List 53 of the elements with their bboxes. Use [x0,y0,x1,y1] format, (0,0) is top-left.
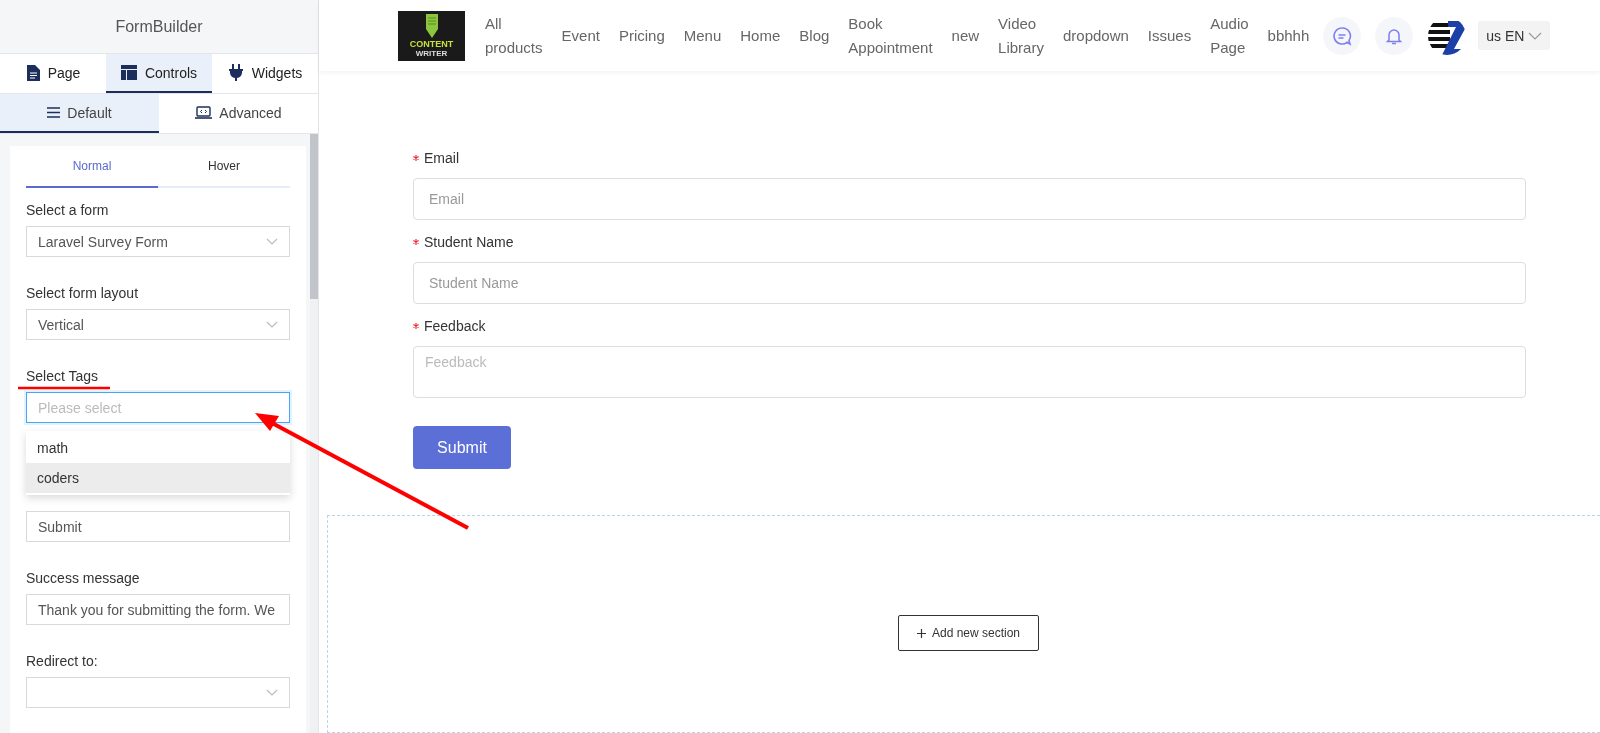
language-selector[interactable]: us EN [1478,21,1551,50]
dropdown-option[interactable]: math [26,433,290,463]
logo-subtext: WRITER [415,48,448,58]
logo[interactable]: CONTENT WRITER [398,10,465,61]
nav-link[interactable]: Event [561,23,600,48]
panel-tab[interactable]: Widgets [212,54,318,93]
field-label: Select Tags [26,368,99,385]
mode-tab[interactable]: Advanced [159,94,318,133]
field-label: Feedback [424,318,486,334]
nav-link[interactable]: Issues [1147,23,1192,48]
laptop-icon [195,105,213,120]
submit-button[interactable]: Submit [413,426,511,469]
nav-link[interactable]: Blog [799,23,830,48]
nav-link[interactable]: Menu [683,23,722,48]
state-tab[interactable]: Hover [158,146,290,188]
chevron-icon [266,238,278,245]
nav-link[interactable]: Video Library [998,11,1044,60]
nav-link[interactable]: Audio Page [1210,11,1249,60]
field-label: Select form layout [26,285,139,302]
mode-tab[interactable]: Default [0,94,159,133]
select-field[interactable]: Vertical [26,309,290,340]
nav-link[interactable]: Book Appointment [848,11,933,60]
panel-tab[interactable]: Controls [106,54,212,93]
plug-icon [227,64,244,81]
nav-link[interactable]: dropdown [1062,23,1129,48]
nav-link[interactable]: Home [740,23,781,48]
nav-link[interactable]: Pricing [618,23,665,48]
select-field[interactable]: Laravel Survey Form [26,226,290,257]
nav-link[interactable]: bbhhh [1267,23,1310,48]
dropdown-option[interactable]: coders [26,463,290,493]
scrollbar[interactable] [310,134,318,733]
add-section-button[interactable]: Add new section [897,615,1040,651]
pencil-icon [424,13,439,38]
field-label: Student Name [424,234,514,250]
text-field[interactable]: Submit [26,511,290,542]
plus-icon [916,628,926,638]
logo-text: CONTENT [409,38,454,49]
chevron-icon [266,689,278,696]
nav-link[interactable]: new [951,23,980,48]
select-field[interactable] [26,677,290,708]
field-label: Redirect to: [26,653,98,670]
chevron-icon [1528,31,1543,40]
panel-tab[interactable]: Page [0,54,106,93]
state-tab[interactable]: Normal [26,146,158,188]
layout-icon [120,65,137,80]
field-label: Email [424,150,459,166]
nav-link[interactable]: All products [485,11,543,60]
menu-icon [47,107,61,118]
chevron-icon [266,321,278,328]
field-label: Select a form [26,202,109,219]
text-field[interactable]: Thank you for submitting the form. We [26,594,290,625]
document-icon [25,64,40,81]
field-label: Success message [26,570,140,587]
